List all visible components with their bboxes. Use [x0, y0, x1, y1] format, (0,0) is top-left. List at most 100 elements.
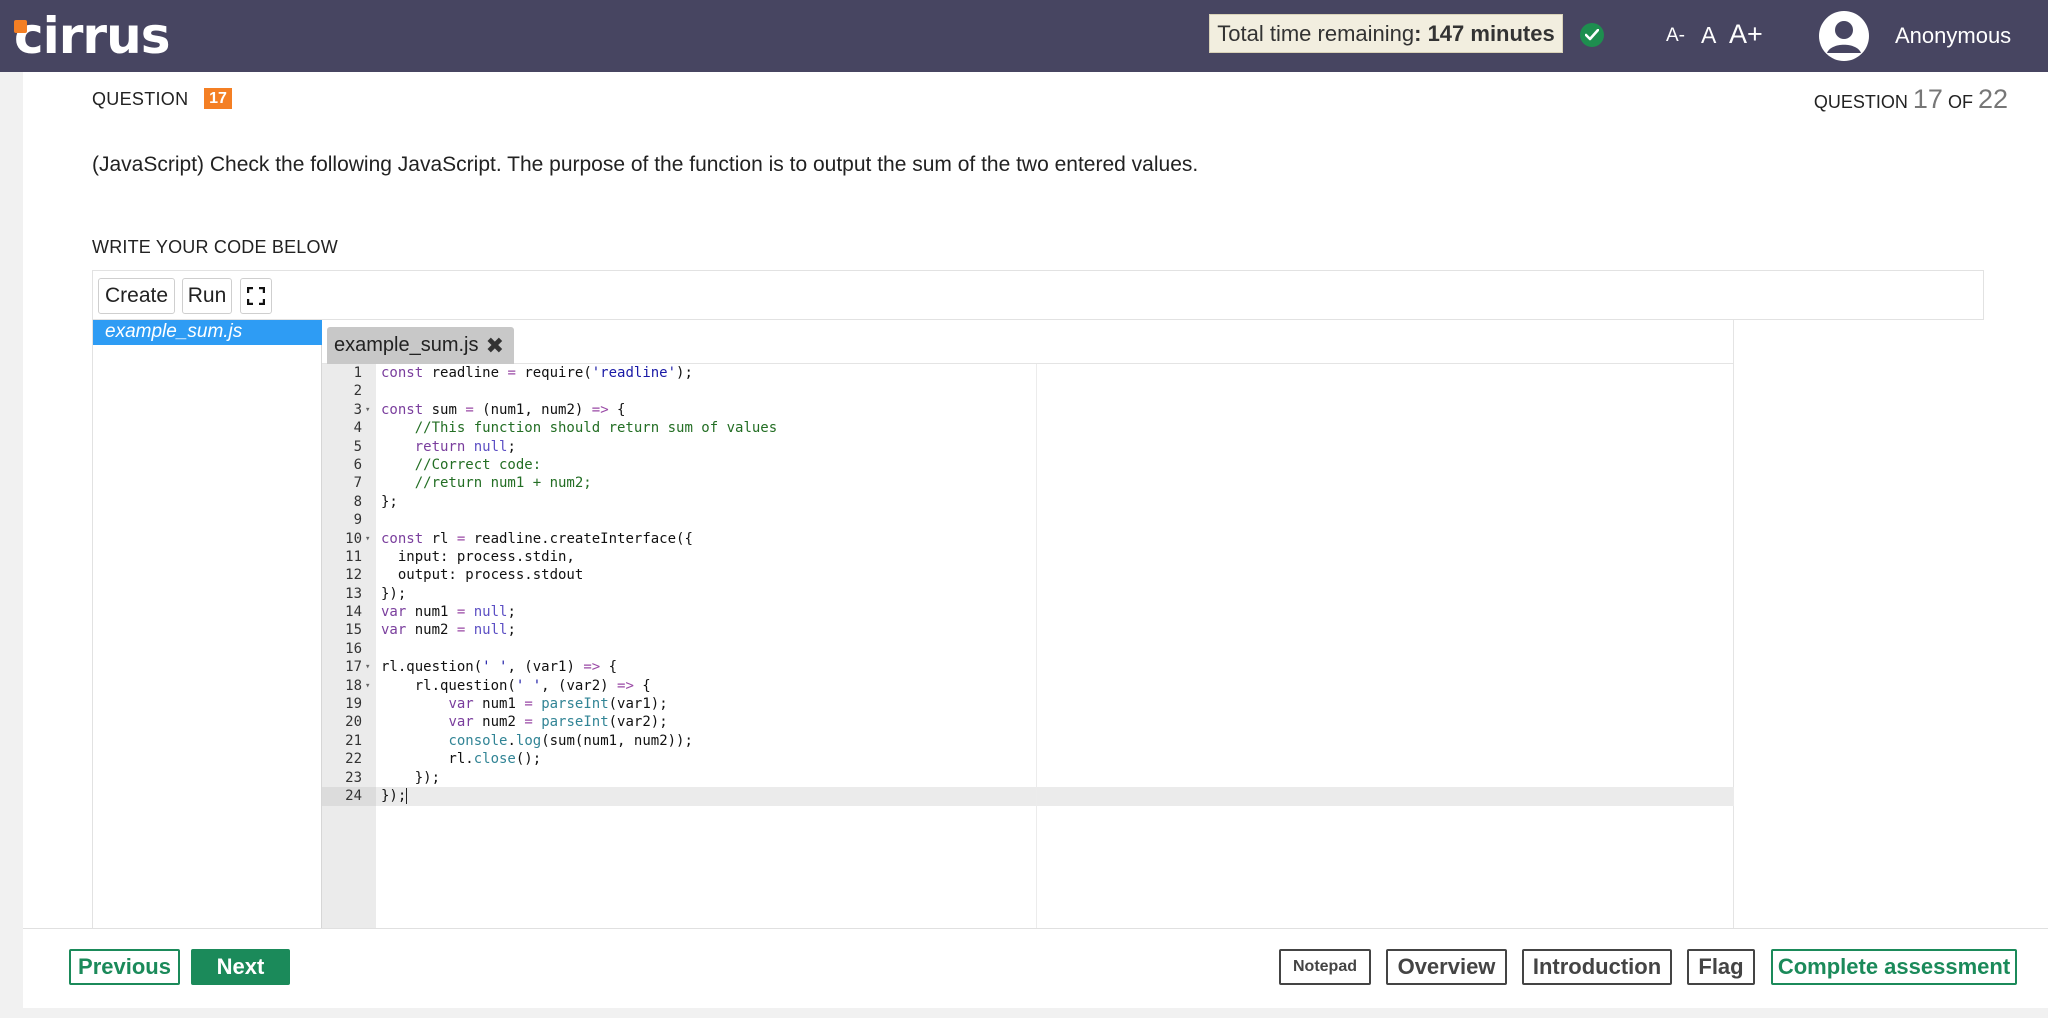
overview-button[interactable]: Overview [1386, 949, 1507, 985]
code-text: return null; [414, 438, 516, 455]
code-text: }); [381, 787, 408, 804]
code-text: const readline = require('readline'); [381, 365, 693, 381]
code-line[interactable]: 9 [322, 511, 1733, 529]
code-text-area[interactable]: 1 const readline = require('readline'); 2 3… [322, 364, 1734, 929]
line-number: 9 [353, 512, 362, 529]
code-line[interactable]: 1 const readline = require('readline'); [322, 364, 1733, 382]
code-text: var num2 = parseInt(var2); [448, 714, 668, 731]
code-line[interactable]: 22 rl.close(); [322, 750, 1733, 768]
line-number: 2 [353, 383, 362, 400]
editor-tab-strip: example_sum.js ✖ [322, 320, 1734, 364]
code-line[interactable]: 19 var num1 = parseInt(var1); [322, 695, 1733, 713]
fold-arrow-icon[interactable]: ▾ [365, 401, 370, 419]
code-line[interactable]: 11 input: process.stdin, [322, 548, 1733, 566]
run-code-button[interactable]: Run [182, 278, 232, 314]
fullscreen-button[interactable] [240, 278, 272, 314]
code-line[interactable]: 8}; [322, 493, 1733, 511]
fold-arrow-icon[interactable]: ▾ [365, 658, 370, 676]
code-text: //return num1 + num2; [414, 475, 592, 492]
code-editor: Create Run example_sum.js example_sum.js… [92, 270, 1984, 929]
code-text: var num1 = parseInt(var1); [448, 696, 668, 713]
code-line[interactable]: 20 var num2 = parseInt(var2); [322, 713, 1733, 731]
line-number: 5 [353, 438, 362, 455]
cirrus-logo: cirrus [14, 6, 170, 66]
code-line[interactable]: 24}); [322, 787, 1733, 805]
code-line[interactable]: 15 var num2 = null; [322, 621, 1733, 639]
code-line[interactable]: 10 ▾ const rl = readline.createInterface({ [322, 530, 1733, 548]
previous-button[interactable]: Previous [69, 949, 180, 985]
output-panel [1734, 320, 1984, 929]
code-text: const rl = readline.createInterface({ [381, 530, 693, 547]
logo-text: cirrus [14, 7, 170, 65]
code-line[interactable]: 14 var num1 = null; [322, 603, 1733, 621]
notepad-button[interactable]: Notepad [1279, 949, 1371, 985]
progress-total: 22 [1977, 84, 2008, 114]
code-line[interactable]: 6 //Correct code: [322, 456, 1733, 474]
text-cursor [406, 787, 408, 804]
file-item[interactable]: example_sum.js [93, 320, 322, 345]
logo-accent-icon [14, 20, 27, 33]
code-text: //Correct code: [414, 456, 542, 473]
tab-label: example_sum.js [334, 334, 479, 356]
code-text: }; [381, 493, 398, 510]
code-text: rl.question(' ', (var1) => { [381, 659, 618, 676]
progress-current: 17 [1912, 84, 1943, 114]
code-text: var num2 = null; [381, 622, 516, 639]
user-name[interactable]: Anonymous [1895, 23, 2011, 49]
code-line[interactable]: 21 console.log(sum(num1, num2)); [322, 732, 1733, 750]
decrease-font-button[interactable]: A- [1666, 25, 1685, 47]
line-number: 8 [353, 493, 362, 510]
code-line[interactable]: 17 ▾ rl.question(' ', (var1) => { [322, 658, 1733, 676]
line-number: 14 [345, 604, 362, 621]
line-number: 3 [353, 401, 362, 418]
line-number: 16 [345, 640, 362, 657]
code-line[interactable]: 13}); [322, 585, 1733, 603]
fold-arrow-icon[interactable]: ▾ [365, 530, 370, 548]
code-line[interactable]: 2 [322, 382, 1733, 400]
line-number: 12 [345, 567, 362, 584]
code-text: }); [381, 769, 441, 786]
line-number: 15 [345, 622, 362, 639]
line-number: 6 [353, 456, 362, 473]
check-circle-icon [1580, 23, 1604, 47]
code-line[interactable]: 16 [322, 640, 1733, 658]
introduction-button[interactable]: Introduction [1522, 949, 1672, 985]
footer-bar: Previous Next Notepad Overview Introduct… [23, 928, 2048, 1008]
progress-of: OF [1947, 92, 1973, 112]
code-text: input: process.stdin, [381, 548, 575, 565]
question-text: (JavaScript) Check the following JavaScr… [92, 153, 1199, 176]
code-line[interactable]: 5 return null; [322, 438, 1733, 456]
complete-assessment-button[interactable]: Complete assessment [1771, 949, 2017, 985]
close-tab-icon[interactable]: ✖ [486, 333, 504, 359]
code-line[interactable]: 18 ▾ rl.question(' ', (var2) => { [322, 677, 1733, 695]
create-file-button[interactable]: Create [98, 278, 175, 314]
line-number: 17 [345, 659, 362, 676]
increase-font-button[interactable]: A+ [1729, 19, 1763, 50]
line-number: 23 [345, 769, 362, 786]
next-button[interactable]: Next [191, 949, 290, 985]
code-text: rl.question(' ', (var2) => { [381, 677, 651, 694]
tab-example-sum[interactable]: example_sum.js ✖ [327, 327, 514, 364]
line-number: 10 [345, 530, 362, 547]
code-text: console.log(sum(num1, num2)); [448, 732, 693, 749]
code-line[interactable]: 23 }); [322, 769, 1733, 787]
timer-label: Total time remaining [1217, 20, 1415, 46]
code-line[interactable]: 12 output: process.stdout [322, 566, 1733, 584]
code-line[interactable]: 7 //return num1 + num2; [322, 474, 1733, 492]
fold-arrow-icon[interactable]: ▾ [365, 677, 370, 695]
question-label: QUESTION [92, 89, 189, 109]
editor-toolbar: Create Run [93, 271, 1983, 320]
time-remaining-box: Total time remaining: 147 minutes [1209, 14, 1563, 53]
line-number: 7 [353, 475, 362, 492]
code-line[interactable]: 4 //This function should return sum of v… [322, 419, 1733, 437]
line-number: 20 [345, 714, 362, 731]
user-avatar-icon[interactable] [1819, 11, 1869, 61]
timer-value: : 147 minutes [1414, 20, 1555, 46]
normal-font-button[interactable]: A [1701, 22, 1716, 49]
flag-button[interactable]: Flag [1687, 949, 1755, 985]
line-number: 1 [353, 365, 362, 381]
code-line[interactable]: 3 ▾ const sum = (num1, num2) => { [322, 401, 1733, 419]
line-number: 13 [345, 585, 362, 602]
code-text: //This function should return sum of val… [414, 420, 778, 437]
line-number: 21 [345, 732, 362, 749]
